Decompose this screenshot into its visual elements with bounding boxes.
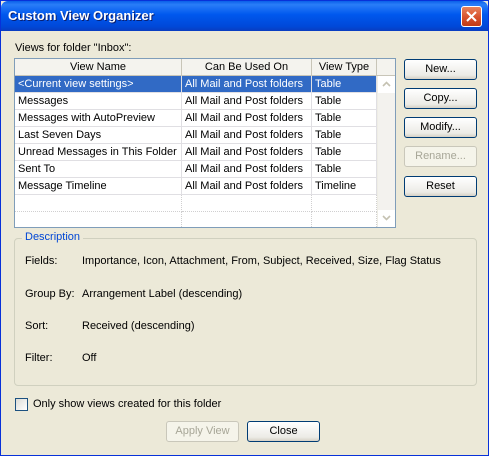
view-name-cell: Sent To [15, 161, 182, 178]
table-row[interactable]: Message Timeline All Mail and Post folder… [15, 178, 377, 195]
scroll-up-button[interactable] [378, 76, 395, 93]
apply-view-button-label: Apply View [175, 425, 230, 437]
chevron-up-icon [382, 81, 391, 87]
table-row[interactable]: Messages with AutoPreview All Mail and Po… [15, 110, 377, 127]
dialog-window: Custom View Organizer Views for folder "… [0, 0, 489, 456]
sort-label: Sort: [25, 320, 49, 332]
table-row[interactable]: <Current view settings> All Mail and Post… [15, 76, 377, 93]
modify-button[interactable]: Modify... [404, 117, 477, 138]
description-legend: Description [22, 231, 84, 243]
can-be-used-on-cell: All Mail and Post folders [182, 127, 312, 144]
can-be-used-on-cell: All Mail and Post folders [182, 93, 312, 110]
column-header-view-type[interactable]: View Type [312, 59, 377, 76]
view-type-cell: Table [312, 161, 377, 178]
window-title: Custom View Organizer [8, 8, 154, 23]
view-name-cell: Last Seven Days [15, 127, 182, 144]
reset-button-label: Reset [426, 180, 455, 192]
apply-view-button[interactable]: Apply View [166, 421, 239, 442]
close-button-label: Close [269, 425, 298, 437]
views-for-folder-label: Views for folder "Inbox": [15, 42, 132, 54]
close-x-icon [466, 11, 477, 22]
table-row[interactable]: Sent To All Mail and Post folders Table [15, 161, 377, 178]
close-button[interactable]: Close [247, 421, 320, 442]
view-name-cell: <Current view settings> [15, 76, 182, 93]
close-window-button[interactable] [461, 6, 482, 27]
dialog-body: Views for folder "Inbox": View Name Can … [4, 31, 485, 453]
views-list[interactable]: View Name Can Be Used On View Type <Curr… [14, 58, 396, 228]
filter-label: Filter: [25, 352, 53, 364]
view-type-cell: Table [312, 144, 377, 161]
view-name-cell: Messages with AutoPreview [15, 110, 182, 127]
vertical-scrollbar[interactable] [377, 76, 395, 227]
chevron-down-icon [382, 215, 391, 221]
table-row[interactable]: Last Seven Days All Mail and Post folders… [15, 127, 377, 144]
view-type-cell: Table [312, 110, 377, 127]
view-name-cell: Message Timeline [15, 178, 182, 195]
can-be-used-on-cell: All Mail and Post folders [182, 161, 312, 178]
can-be-used-on-cell: All Mail and Post folders [182, 144, 312, 161]
sort-value: Received (descending) [82, 320, 195, 332]
group-by-value: Arrangement Label (descending) [82, 288, 243, 300]
new-button[interactable]: New... [404, 59, 477, 80]
filter-value: Off [82, 352, 97, 364]
table-row[interactable]: Messages All Mail and Post folders Table [15, 93, 377, 110]
rename-button-label: Rename... [415, 150, 466, 162]
empty-row [15, 212, 377, 227]
view-name-cell: Messages [15, 93, 182, 110]
can-be-used-on-cell: All Mail and Post folders [182, 76, 312, 93]
table-row[interactable]: Unread Messages in This Folder All Mail a… [15, 144, 377, 161]
reset-button[interactable]: Reset [404, 176, 477, 197]
copy-button[interactable]: Copy... [404, 88, 477, 109]
list-header: View Name Can Be Used On View Type [15, 59, 395, 76]
can-be-used-on-cell: All Mail and Post folders [182, 178, 312, 195]
title-bar[interactable]: Custom View Organizer [1, 1, 488, 31]
view-type-cell: Table [312, 76, 377, 93]
fields-label: Fields: [25, 255, 58, 267]
modify-button-label: Modify... [420, 121, 461, 133]
only-show-views-label[interactable]: Only show views created for this folder [33, 398, 221, 410]
scroll-down-button[interactable] [378, 210, 395, 227]
empty-row [15, 195, 377, 212]
view-name-cell: Unread Messages in This Folder [15, 144, 182, 161]
view-type-cell: Timeline [312, 178, 377, 195]
copy-button-label: Copy... [423, 92, 458, 104]
rename-button[interactable]: Rename... [404, 146, 477, 167]
column-header-filler [377, 59, 395, 76]
view-type-cell: Table [312, 127, 377, 144]
can-be-used-on-cell: All Mail and Post folders [182, 110, 312, 127]
column-header-view-name[interactable]: View Name [15, 59, 182, 76]
new-button-label: New... [425, 63, 456, 75]
group-by-label: Group By: [25, 288, 75, 300]
column-header-can-be-used-on[interactable]: Can Be Used On [182, 59, 312, 76]
only-show-views-checkbox[interactable] [15, 398, 28, 411]
fields-value: Importance, Icon, Attachment, From, Subj… [82, 255, 441, 267]
view-type-cell: Table [312, 93, 377, 110]
